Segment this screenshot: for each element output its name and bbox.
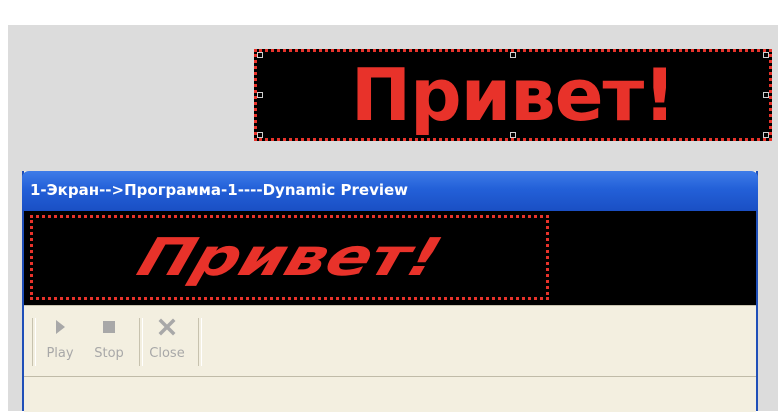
close-button[interactable]: Close: [146, 314, 188, 364]
window-titlebar[interactable]: 1-Экран-->Программа-1----Dynamic Preview: [22, 171, 758, 211]
status-bar: [24, 376, 756, 412]
toolbar-separator: [32, 318, 36, 366]
close-label: Close: [149, 346, 185, 361]
stop-label: Stop: [94, 346, 124, 361]
selection-frame: [254, 49, 772, 141]
preview-led-text: Привет!: [130, 228, 449, 288]
resize-handle-right[interactable]: [763, 92, 769, 98]
resize-handle-bottom-left[interactable]: [257, 132, 263, 138]
toolbar-separator: [198, 318, 202, 366]
close-icon: [146, 318, 188, 342]
preview-led-box: Привет!: [30, 215, 549, 300]
resize-handle-bottom-right[interactable]: [763, 132, 769, 138]
play-label: Play: [46, 346, 74, 361]
resize-handle-top-right[interactable]: [763, 52, 769, 58]
resize-handle-top[interactable]: [510, 52, 516, 58]
led-text-item[interactable]: Привет!: [254, 49, 772, 141]
stop-icon: [88, 318, 130, 342]
window-title: 1-Экран-->Программа-1----Dynamic Preview: [30, 181, 409, 199]
resize-handle-left[interactable]: [257, 92, 263, 98]
resize-handle-bottom[interactable]: [510, 132, 516, 138]
play-button[interactable]: Play: [39, 314, 81, 364]
stop-button[interactable]: Stop: [88, 314, 130, 364]
toolbar-separator: [139, 318, 143, 366]
dynamic-preview-window: 1-Экран-->Программа-1----Dynamic Preview…: [22, 171, 758, 412]
preview-display: Привет!: [24, 211, 756, 305]
play-icon: [39, 318, 81, 342]
preview-toolbar: Play Stop Close: [24, 305, 756, 376]
resize-handle-top-left[interactable]: [257, 52, 263, 58]
